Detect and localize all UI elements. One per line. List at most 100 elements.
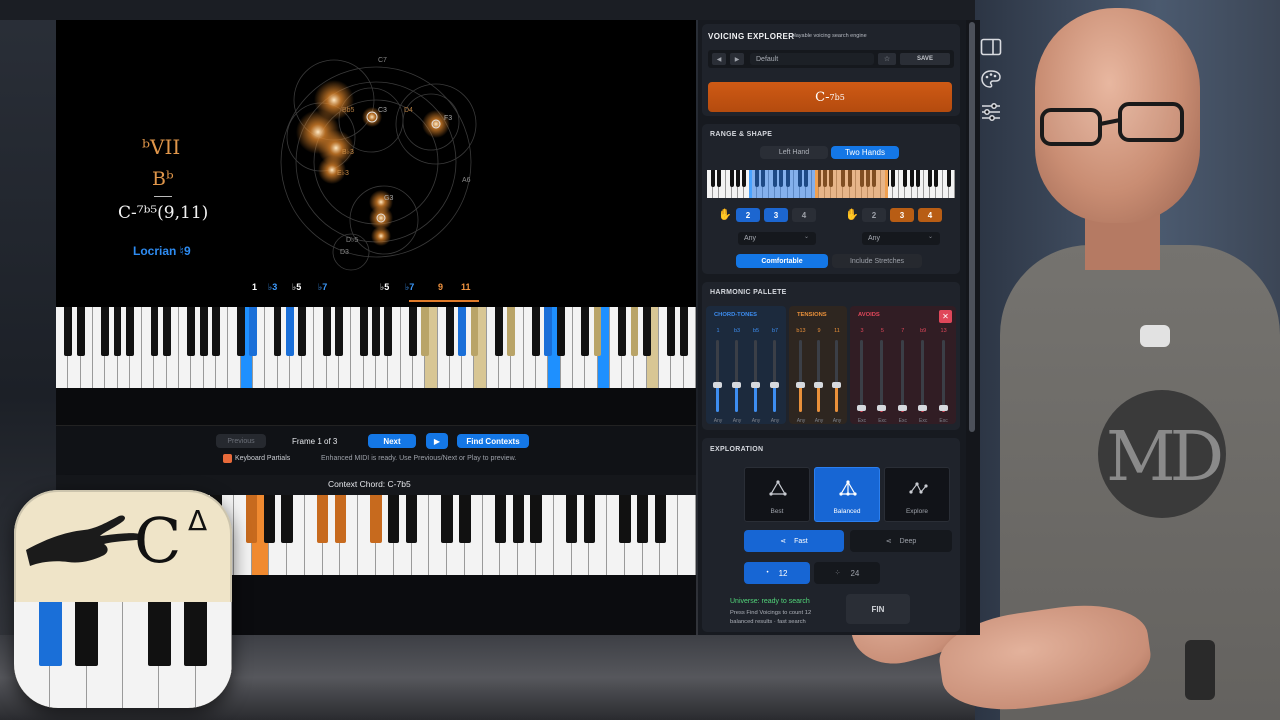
- range-keyboard[interactable]: [707, 170, 955, 198]
- black-key[interactable]: [667, 307, 676, 356]
- tone-slider-knob[interactable]: [732, 381, 741, 388]
- black-key[interactable]: [388, 495, 400, 543]
- black-key[interactable]: [532, 307, 540, 356]
- black-key[interactable]: [334, 495, 347, 543]
- tone-slider-track[interactable]: [900, 340, 904, 412]
- black-key[interactable]: [184, 602, 208, 666]
- black-key[interactable]: [934, 170, 939, 187]
- right-count-3[interactable]: 3: [890, 208, 914, 222]
- black-key[interactable]: [494, 495, 507, 543]
- tone-slider[interactable]: 3 Exc: [852, 328, 872, 428]
- black-key[interactable]: [384, 307, 393, 356]
- tone-slider[interactable]: 5 Exc: [872, 328, 892, 428]
- sliders-icon[interactable]: [980, 102, 1002, 122]
- main-keyboard[interactable]: [56, 307, 696, 388]
- tone-slider-knob[interactable]: [832, 381, 841, 388]
- two-hands-tab[interactable]: Two Hands: [831, 146, 899, 159]
- black-key[interactable]: [909, 170, 914, 187]
- tone-slider[interactable]: 7 Exc: [893, 328, 913, 428]
- prev-preset-icon[interactable]: ◀: [712, 53, 726, 65]
- mode-best-tile[interactable]: Best: [744, 467, 810, 522]
- black-key[interactable]: [248, 307, 257, 356]
- black-key[interactable]: [583, 495, 596, 543]
- left-hand-tab[interactable]: Left Hand: [760, 146, 828, 159]
- tone-slider[interactable]: b3 Any: [727, 328, 747, 428]
- black-key[interactable]: [408, 307, 417, 356]
- palette-icon[interactable]: [980, 69, 1002, 89]
- black-key[interactable]: [405, 495, 418, 543]
- black-key[interactable]: [372, 307, 380, 356]
- count-24-button[interactable]: ⁘ 24: [814, 562, 880, 584]
- comfortable-button[interactable]: Comfortable: [736, 254, 828, 268]
- black-key[interactable]: [101, 307, 110, 356]
- range-handle[interactable]: [749, 170, 752, 198]
- left-count-3[interactable]: 3: [764, 208, 788, 222]
- black-key[interactable]: [717, 170, 722, 187]
- black-key[interactable]: [316, 495, 329, 543]
- next-button[interactable]: Next: [368, 434, 416, 448]
- black-key[interactable]: [679, 307, 688, 356]
- black-key[interactable]: [891, 170, 895, 187]
- tone-slider[interactable]: 13 Exc: [934, 328, 954, 428]
- tone-slider-knob[interactable]: [857, 405, 866, 412]
- black-key[interactable]: [162, 307, 171, 356]
- black-key[interactable]: [359, 307, 368, 356]
- black-key[interactable]: [711, 170, 716, 187]
- black-key[interactable]: [335, 307, 343, 356]
- black-key[interactable]: [654, 495, 667, 543]
- tone-slider-knob[interactable]: [770, 381, 779, 388]
- white-key[interactable]: [678, 495, 696, 575]
- range-handle[interactable]: [885, 170, 888, 198]
- black-key[interactable]: [76, 307, 85, 356]
- range-handle[interactable]: [815, 170, 818, 198]
- previous-button[interactable]: Previous: [216, 434, 266, 448]
- tone-slider-track[interactable]: [941, 340, 945, 412]
- black-key[interactable]: [903, 170, 908, 187]
- tone-slider-knob[interactable]: [918, 405, 928, 412]
- black-key[interactable]: [441, 495, 453, 543]
- tone-slider-knob[interactable]: [814, 381, 823, 388]
- include-stretches-button[interactable]: Include Stretches: [832, 254, 922, 268]
- black-key[interactable]: [507, 307, 516, 356]
- tone-slider-track[interactable]: [880, 340, 884, 412]
- tone-slider-track[interactable]: [921, 340, 925, 412]
- tone-slider-knob[interactable]: [796, 381, 805, 388]
- black-key[interactable]: [245, 495, 258, 543]
- avoids-close-icon[interactable]: ✕: [939, 310, 952, 323]
- black-key[interactable]: [512, 495, 524, 543]
- tone-slider-knob[interactable]: [713, 381, 722, 388]
- keyboard-partials-checkbox[interactable]: [223, 454, 232, 463]
- right-hand-range[interactable]: [817, 170, 887, 198]
- black-key[interactable]: [421, 307, 430, 356]
- black-key[interactable]: [459, 495, 471, 543]
- tone-slider[interactable]: 1 Any: [708, 328, 728, 428]
- tone-slider[interactable]: b7 Any: [765, 328, 785, 428]
- black-key[interactable]: [495, 307, 503, 356]
- tone-slider-knob[interactable]: [938, 405, 948, 412]
- tone-slider[interactable]: b13 Any: [791, 328, 811, 428]
- right-count-4[interactable]: 4: [918, 208, 942, 222]
- black-key[interactable]: [593, 307, 602, 356]
- mode-explore-tile[interactable]: Explore: [884, 467, 950, 522]
- current-chord-button[interactable]: C- 7b5: [708, 82, 952, 112]
- black-key[interactable]: [150, 307, 159, 356]
- black-key[interactable]: [556, 307, 565, 356]
- black-key[interactable]: [263, 495, 276, 543]
- black-key[interactable]: [544, 307, 553, 356]
- black-key[interactable]: [642, 307, 651, 356]
- black-key[interactable]: [470, 307, 479, 356]
- find-voicings-button[interactable]: FIN: [846, 594, 910, 624]
- black-key[interactable]: [565, 495, 578, 543]
- sidebar-toggle-icon[interactable]: [980, 38, 1002, 56]
- speed-fast-button[interactable]: ⋖ Fast: [744, 530, 844, 552]
- play-button[interactable]: ▶: [426, 433, 448, 449]
- black-key[interactable]: [298, 307, 307, 356]
- black-key[interactable]: [619, 495, 631, 543]
- black-key[interactable]: [187, 307, 196, 356]
- favorite-star-icon[interactable]: ☆: [878, 53, 896, 65]
- mode-balanced-tile[interactable]: Balanced: [814, 467, 880, 522]
- count-12-button[interactable]: • 12: [744, 562, 810, 584]
- black-key[interactable]: [915, 170, 920, 187]
- black-key[interactable]: [273, 307, 282, 356]
- black-key[interactable]: [729, 170, 734, 187]
